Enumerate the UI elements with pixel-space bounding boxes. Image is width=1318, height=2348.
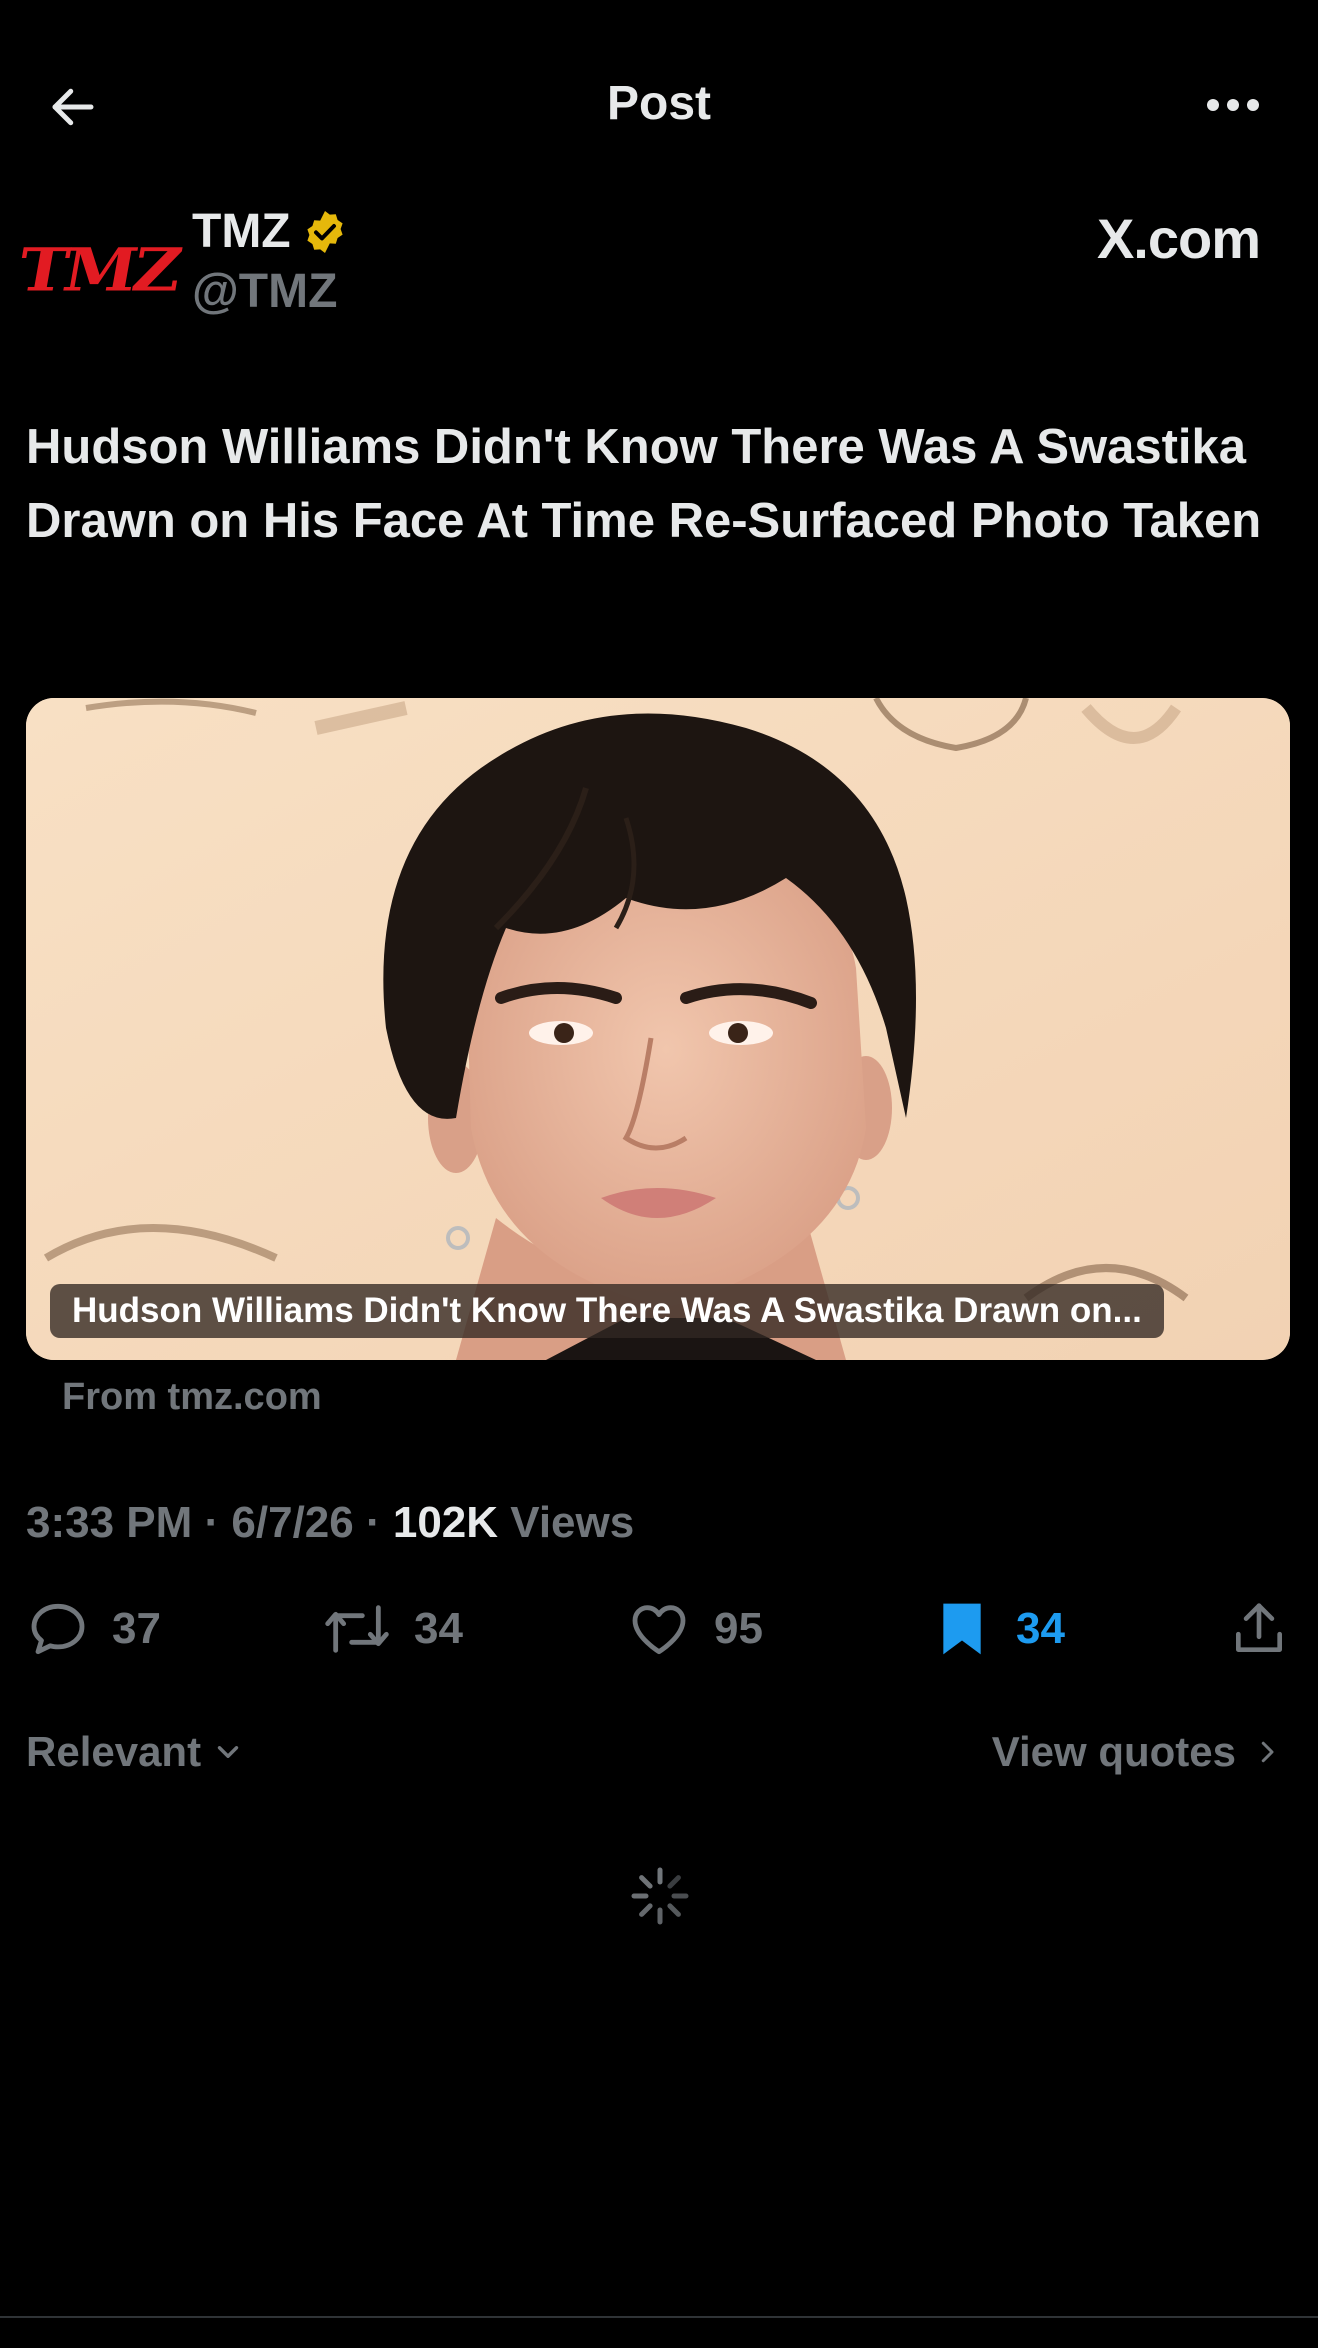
author-name-row[interactable]: TMZ bbox=[192, 204, 349, 259]
verified-badge-icon bbox=[307, 210, 343, 253]
bookmark-filled-icon bbox=[943, 1603, 981, 1655]
like-button[interactable]: 95 bbox=[626, 1592, 763, 1666]
reply-icon bbox=[31, 1603, 85, 1655]
chevron-down-icon bbox=[217, 1746, 239, 1758]
reply-button[interactable]: 37 bbox=[26, 1592, 161, 1666]
link-card[interactable]: Hudson Williams Didn't Know There Was A … bbox=[26, 698, 1290, 1360]
post-meta: 3:33 PM · 6/7/26 · 102K Views bbox=[26, 1498, 635, 1547]
post-time: 3:33 PM bbox=[26, 1498, 193, 1547]
card-image bbox=[26, 698, 1290, 1360]
bookmark-button[interactable]: 34 bbox=[930, 1592, 1065, 1666]
page-title: Post bbox=[606, 77, 711, 130]
post-date: 6/7/26 bbox=[231, 1498, 354, 1547]
chevron-right-icon bbox=[1261, 1741, 1274, 1763]
view-quotes-label: View quotes bbox=[991, 1728, 1236, 1775]
brand-tag: X.com bbox=[1096, 207, 1261, 270]
ellipsis-icon bbox=[1207, 99, 1259, 111]
post-headline: Hudson Williams Didn't Know There Was A … bbox=[26, 420, 1262, 548]
repost-button[interactable]: 34 bbox=[322, 1592, 463, 1666]
like-count: 95 bbox=[714, 1604, 763, 1653]
repost-icon bbox=[325, 1605, 389, 1653]
views-label: Views bbox=[510, 1498, 635, 1547]
bookmark-count: 34 bbox=[1016, 1604, 1065, 1653]
author-handle[interactable]: @TMZ bbox=[192, 264, 337, 319]
loading-spinner-icon bbox=[631, 1867, 689, 1925]
reply-count: 37 bbox=[112, 1604, 161, 1653]
bottom-bar-edge bbox=[0, 2316, 1318, 2348]
card-caption: Hudson Williams Didn't Know There Was A … bbox=[50, 1284, 1164, 1338]
avatar[interactable]: TMZ bbox=[13, 200, 184, 340]
author-display-name: TMZ bbox=[192, 205, 291, 258]
tmz-logo: TMZ bbox=[12, 234, 184, 306]
share-icon bbox=[1236, 1603, 1282, 1652]
view-quotes-link[interactable]: View quotes bbox=[992, 1728, 1282, 1776]
repost-count: 34 bbox=[414, 1604, 463, 1653]
heart-icon bbox=[632, 1605, 686, 1655]
share-button[interactable] bbox=[1228, 1592, 1290, 1666]
card-source[interactable]: From tmz.com bbox=[62, 1376, 322, 1419]
sort-label: Relevant bbox=[26, 1728, 202, 1775]
more-options-button[interactable] bbox=[1188, 70, 1278, 140]
sort-dropdown[interactable]: Relevant bbox=[26, 1728, 245, 1776]
views-count: 102K bbox=[392, 1498, 499, 1547]
